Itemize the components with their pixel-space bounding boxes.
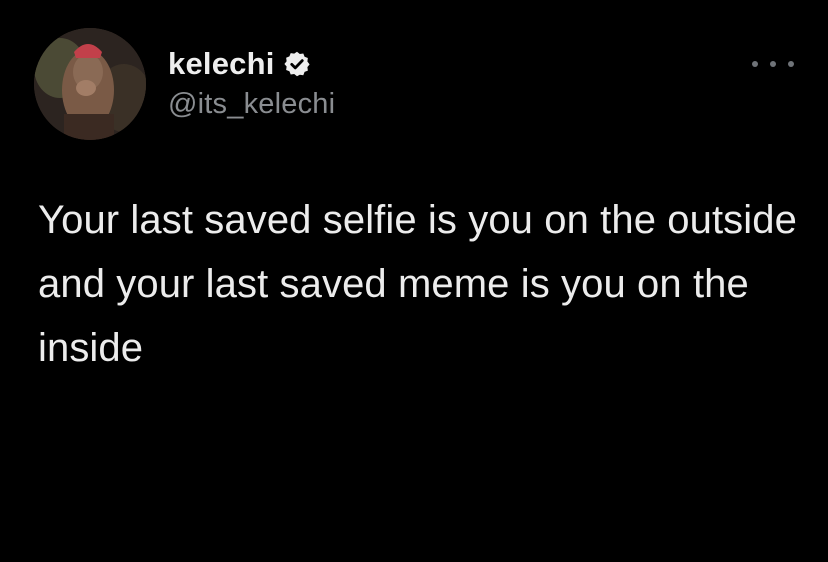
author-name-row: kelechi [168,44,311,84]
avatar-image [34,28,146,140]
more-dot [770,61,776,67]
author-display-name[interactable]: kelechi [168,46,275,82]
avatar[interactable] [34,28,146,140]
more-dot [752,61,758,67]
tweet-card: kelechi @its_kelechi Your last saved sel… [0,0,828,562]
more-options-icon[interactable] [752,56,794,72]
verified-badge-icon [283,51,310,77]
author-handle[interactable]: @its_kelechi [168,88,335,121]
more-dot [788,61,794,67]
tweet-text: Your last saved selfie is you on the out… [38,198,797,370]
